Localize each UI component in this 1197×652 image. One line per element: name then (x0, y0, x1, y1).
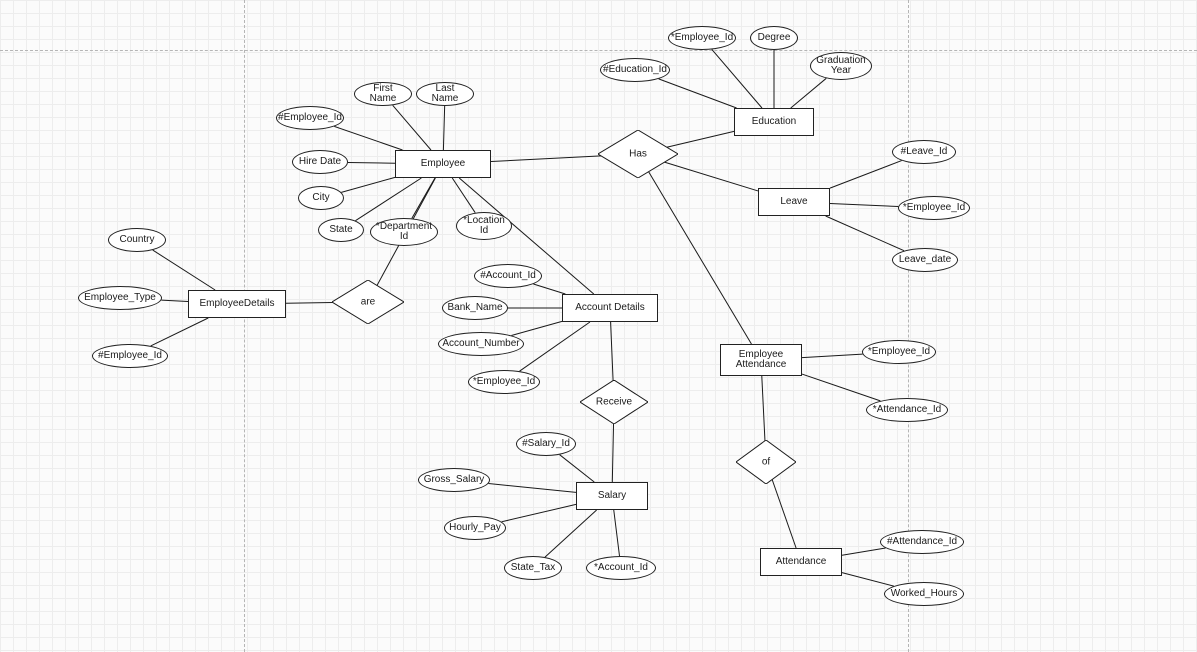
attribute-lv_leaveDate[interactable]: Leave_date (892, 248, 958, 272)
attribute-lv_employeeId[interactable]: *Employee_Id (898, 196, 970, 220)
attribute-emp_departmentId[interactable]: *Department Id (370, 218, 438, 246)
attribute-ad_bankName[interactable]: Bank_Name (442, 296, 508, 320)
attribute-sal_accountId[interactable]: *Account_Id (586, 556, 656, 580)
attribute-edu_degree[interactable]: Degree (750, 26, 798, 50)
entity-employeeAttendance[interactable]: Employee Attendance (720, 344, 802, 376)
connectors-layer (0, 0, 1197, 652)
attribute-emp_employeeId[interactable]: #Employee_Id (276, 106, 344, 130)
relationship-are-label: are (361, 297, 375, 308)
attribute-sal_stateTax[interactable]: State_Tax (504, 556, 562, 580)
attribute-ad_employeeId[interactable]: *Employee_Id (468, 370, 540, 394)
attribute-ea_employeeId[interactable]: *Employee_Id (862, 340, 936, 364)
guide-horizontal (0, 50, 1197, 51)
relationship-are[interactable]: are (332, 280, 404, 324)
attribute-emp_locationId[interactable]: *Location Id (456, 212, 512, 240)
attribute-ed_type[interactable]: Employee_Type (78, 286, 162, 310)
attribute-emp_state[interactable]: State (318, 218, 364, 242)
attribute-att_workedHours[interactable]: Worked_Hours (884, 582, 964, 606)
entity-accountDetails[interactable]: Account Details (562, 294, 658, 322)
entity-employeeDetails[interactable]: EmployeeDetails (188, 290, 286, 318)
entity-attendance[interactable]: Attendance (760, 548, 842, 576)
attribute-ea_attendanceId[interactable]: *Attendance_Id (866, 398, 948, 422)
guide-vertical (908, 0, 909, 652)
attribute-emp_lastName[interactable]: Last Name (416, 82, 474, 106)
entity-employee[interactable]: Employee (395, 150, 491, 178)
attribute-sal_salaryId[interactable]: #Salary_Id (516, 432, 576, 456)
attribute-sal_hourly[interactable]: Hourly_Pay (444, 516, 506, 540)
attribute-ad_accountId[interactable]: #Account_Id (474, 264, 542, 288)
entity-education[interactable]: Education (734, 108, 814, 136)
relationship-receive[interactable]: Receive (580, 380, 648, 424)
attribute-emp_firstName[interactable]: First Name (354, 82, 412, 106)
attribute-emp_hireDate[interactable]: Hire Date (292, 150, 348, 174)
attribute-ad_accountNumber[interactable]: Account_Number (438, 332, 524, 356)
attribute-att_attendanceId[interactable]: #Attendance_Id (880, 530, 964, 554)
entity-leave[interactable]: Leave (758, 188, 830, 216)
attribute-sal_gross[interactable]: Gross_Salary (418, 468, 490, 492)
attribute-edu_educationId[interactable]: #Education_Id (600, 58, 670, 82)
guide-vertical (244, 0, 245, 652)
attribute-ed_employeeId[interactable]: #Employee_Id (92, 344, 168, 368)
attribute-edu_gradYear[interactable]: Graduation Year (810, 52, 872, 80)
attribute-edu_employeeId[interactable]: *Employee_Id (668, 26, 736, 50)
entity-salary[interactable]: Salary (576, 482, 648, 510)
relationship-of[interactable]: of (736, 440, 796, 484)
relationship-of-label: of (762, 457, 770, 468)
relationship-has[interactable]: Has (598, 130, 678, 178)
attribute-ed_country[interactable]: Country (108, 228, 166, 252)
attribute-lv_leaveId[interactable]: #Leave_Id (892, 140, 956, 164)
attribute-emp_city[interactable]: City (298, 186, 344, 210)
relationship-has-label: Has (629, 149, 647, 160)
relationship-receive-label: Receive (596, 397, 632, 408)
